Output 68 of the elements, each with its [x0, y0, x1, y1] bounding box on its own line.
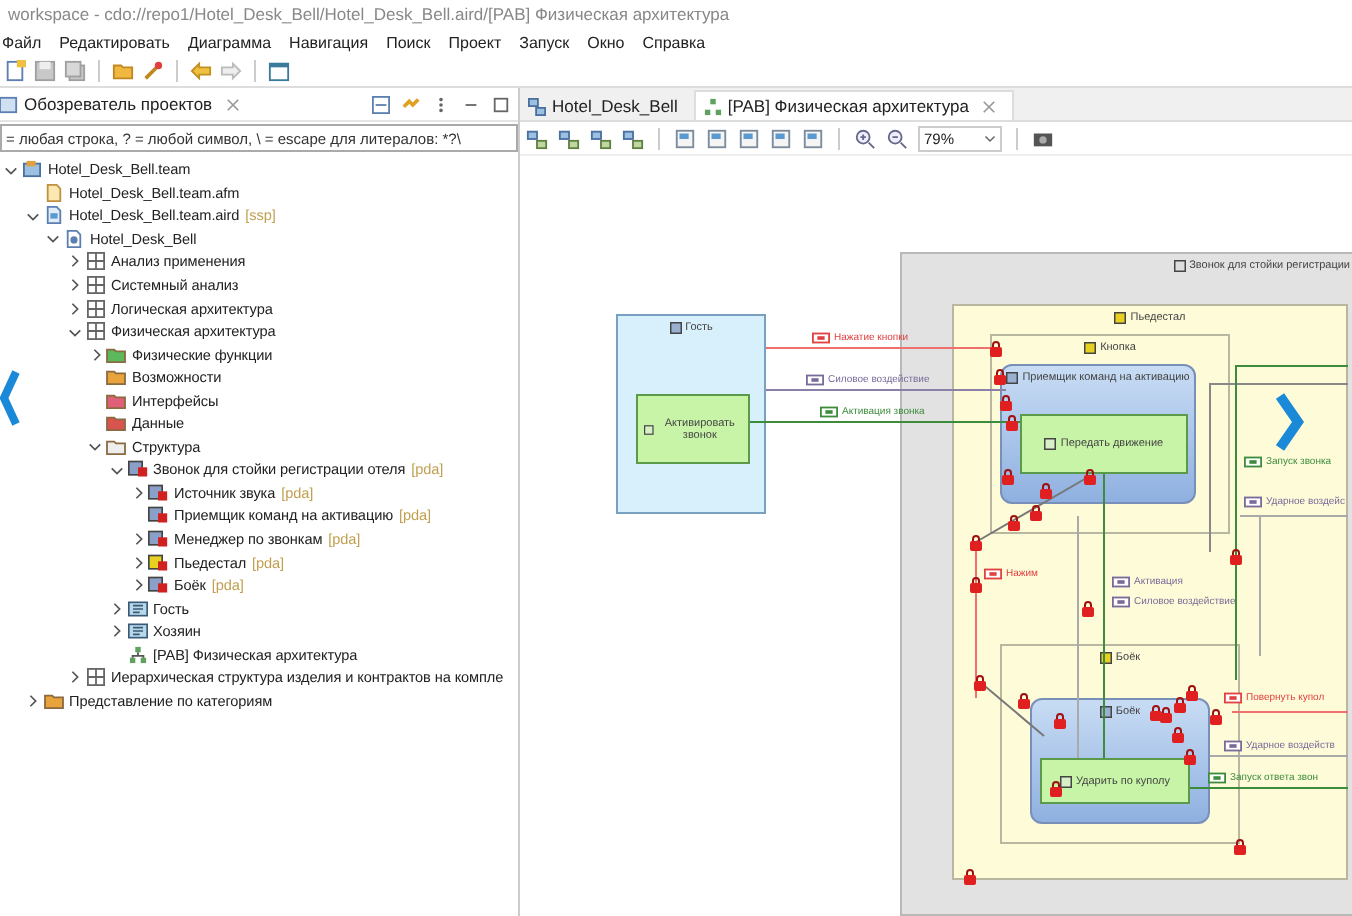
explorer-icon	[0, 95, 18, 113]
menu-item[interactable]: Навигация	[289, 33, 369, 51]
model-icon	[64, 229, 84, 248]
menu-item[interactable]: Редактировать	[59, 33, 170, 51]
component-icon	[1099, 652, 1112, 664]
component-icon	[1099, 706, 1112, 718]
toolbar-icon[interactable]	[674, 127, 696, 149]
menu-item[interactable]: Файл	[2, 33, 42, 51]
function-icon	[643, 423, 654, 435]
save-all-icon[interactable]	[64, 60, 86, 82]
zoom-in-icon[interactable]	[854, 127, 876, 149]
actor-component-icon	[127, 622, 147, 641]
behavior-component-icon	[148, 576, 168, 595]
wand-icon[interactable]	[142, 60, 164, 82]
file-icon	[43, 183, 63, 202]
collapse-all-icon[interactable]	[372, 95, 390, 113]
back-arrow-icon[interactable]	[190, 60, 212, 82]
grid-icon	[85, 252, 105, 271]
editor-tab[interactable]: [PAB] Физическая архитектура	[693, 90, 1015, 120]
toolbar-icon[interactable]	[706, 127, 728, 149]
toolbar-icon[interactable]	[770, 127, 792, 149]
node-component-icon	[148, 553, 168, 572]
menu-item[interactable]: Диаграмма	[187, 33, 272, 51]
menu-item[interactable]: Запуск	[519, 33, 570, 51]
new-file-icon[interactable]	[4, 60, 26, 82]
grid-icon	[85, 668, 105, 687]
editor-tab[interactable]: Hotel_Desk_Bell	[520, 92, 694, 120]
behavior-component-icon	[148, 483, 168, 502]
component-icon	[1114, 312, 1127, 324]
chevron-left-icon[interactable]	[0, 368, 20, 428]
close-icon[interactable]	[982, 99, 997, 113]
behavior-component-icon	[127, 460, 147, 479]
component-icon	[669, 322, 682, 334]
grid-icon	[85, 322, 105, 341]
new-window-icon[interactable]	[268, 60, 290, 82]
component-icon	[1173, 260, 1186, 272]
diagram-icon	[703, 97, 722, 115]
toolbar-icon[interactable]	[622, 127, 644, 149]
function-icon	[1044, 438, 1057, 450]
function-icon	[1059, 775, 1072, 787]
toolbar-icon[interactable]	[526, 127, 548, 149]
zoom-out-icon[interactable]	[886, 127, 908, 149]
project-icon	[22, 160, 42, 179]
behavior-component-icon	[148, 530, 168, 549]
toolbar-icon[interactable]	[590, 127, 612, 149]
folder-icon[interactable]	[112, 60, 134, 82]
menu-item[interactable]: Справка	[642, 33, 706, 51]
explorer-tab[interactable]: Обозреватель проектов	[0, 94, 241, 114]
toolbar-icon[interactable]	[558, 127, 580, 149]
grid-icon	[85, 276, 105, 294]
model-icon	[528, 97, 546, 115]
menu-item[interactable]: Поиск	[386, 33, 431, 51]
toolbar-icon[interactable]	[802, 127, 824, 149]
chevron-right-icon[interactable]	[1276, 392, 1304, 452]
maximize-icon[interactable]	[492, 95, 510, 113]
menu-item[interactable]: Проект	[448, 33, 502, 51]
caret-icon	[984, 132, 996, 144]
window-title: workspace - cdo://repo1/Hotel_Desk_Bell/Hotel_Desk_Bell.aird/[PAB] Физическая архитектура	[6, 2, 732, 28]
diagram-icon	[127, 645, 147, 664]
behavior-component-icon	[148, 506, 168, 525]
grid-icon	[85, 299, 105, 318]
component-icon	[1006, 372, 1019, 384]
close-icon[interactable]	[226, 97, 241, 111]
component-icon	[1084, 342, 1097, 354]
diagram-file-icon	[43, 206, 63, 225]
actor-component-icon	[127, 599, 147, 618]
menu-item[interactable]: Окно	[587, 33, 625, 51]
toolbar-icon[interactable]	[738, 127, 760, 149]
